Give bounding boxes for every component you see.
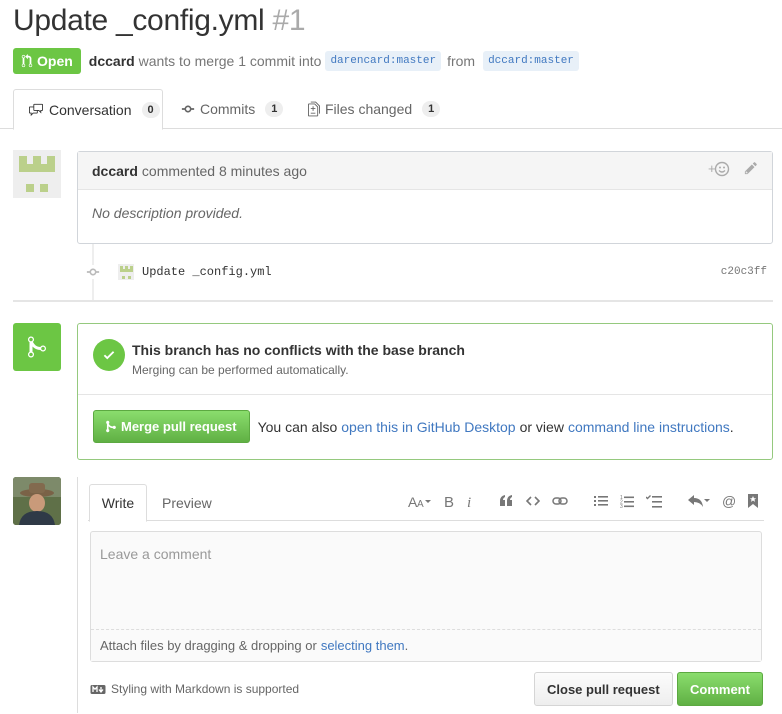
tab-files-changed-label: Files changed bbox=[325, 101, 413, 117]
pr-author[interactable]: dccard bbox=[89, 53, 135, 69]
tab-commits-label: Commits bbox=[200, 101, 256, 117]
comment-button[interactable]: Comment bbox=[677, 672, 763, 706]
attach-period: . bbox=[404, 638, 409, 653]
tab-write[interactable]: Write bbox=[89, 484, 147, 522]
tab-conversation-label: Conversation bbox=[49, 101, 132, 118]
commit-author-avatar[interactable] bbox=[118, 264, 134, 280]
tab-conversation[interactable]: Conversation 0 bbox=[13, 89, 163, 130]
timeline-divider bbox=[13, 300, 773, 302]
comment-textarea-wrapper: Leave a comment Attach files by dragging… bbox=[90, 531, 762, 662]
markdown-icon bbox=[90, 684, 106, 694]
bookmark-icon[interactable] bbox=[748, 494, 758, 508]
comment-textarea[interactable]: Leave a comment bbox=[91, 532, 761, 630]
open-in-desktop-link[interactable]: open this in GitHub Desktop bbox=[341, 419, 515, 435]
italic-icon[interactable]: i bbox=[466, 494, 474, 508]
bulleted-list-icon[interactable] bbox=[594, 495, 608, 507]
current-user-avatar[interactable] bbox=[13, 477, 61, 525]
git-merge-icon bbox=[13, 323, 61, 371]
merge-heading: This branch has no conflicts with the ba… bbox=[132, 342, 465, 358]
svg-text:@: @ bbox=[722, 494, 736, 508]
comment-discussion-icon bbox=[29, 103, 43, 116]
close-pull-request-button[interactable]: Close pull request bbox=[534, 672, 673, 706]
text-size-icon[interactable]: AA bbox=[408, 494, 432, 508]
svg-text:+: + bbox=[708, 161, 716, 176]
merge-pull-request-button[interactable]: Merge pull request bbox=[93, 410, 250, 443]
check-icon bbox=[93, 339, 125, 371]
commit-row: Update _config.yml c20c3ff bbox=[85, 263, 767, 281]
add-reaction-icon[interactable]: + bbox=[708, 161, 730, 180]
git-merge-small-icon bbox=[106, 420, 116, 433]
git-commit-icon bbox=[181, 105, 195, 113]
pull-request-icon bbox=[21, 54, 33, 68]
tab-files-changed-count: 1 bbox=[422, 101, 441, 117]
tab-commits-count: 1 bbox=[265, 101, 284, 117]
pr-meta: Open dccard wants to merge 1 commit into… bbox=[13, 48, 583, 74]
pr-title-text: Update _config.yml bbox=[13, 4, 265, 37]
svg-text:3: 3 bbox=[620, 504, 623, 508]
composer-tabs: Write Preview AA B i 123 @ bbox=[88, 484, 764, 522]
state-label: Open bbox=[37, 53, 73, 69]
svg-text:A: A bbox=[417, 499, 424, 508]
svg-text:B: B bbox=[444, 494, 454, 508]
code-icon[interactable] bbox=[526, 495, 540, 507]
svg-text:i: i bbox=[467, 495, 471, 508]
commit-message[interactable]: Update _config.yml bbox=[142, 265, 272, 279]
pr-number: #1 bbox=[272, 4, 306, 37]
select-files-link[interactable]: selecting them bbox=[321, 638, 405, 653]
merge-actions: Merge pull request You can also open thi… bbox=[93, 410, 734, 443]
commit-sha[interactable]: c20c3ff bbox=[721, 266, 767, 278]
comment-meta[interactable]: commented 8 minutes ago bbox=[142, 163, 307, 179]
comment-author[interactable]: dccard bbox=[92, 163, 138, 179]
merge-button-label: Merge pull request bbox=[121, 419, 237, 434]
file-diff-icon bbox=[308, 101, 320, 117]
author-identicon-avatar[interactable] bbox=[13, 150, 61, 198]
pencil-edit-icon[interactable] bbox=[744, 161, 758, 180]
pr-description-comment: dccard commented 8 minutes ago + No desc… bbox=[77, 151, 773, 244]
from-text: from bbox=[447, 53, 476, 69]
link-icon[interactable] bbox=[552, 495, 568, 507]
markdown-note-text: Styling with Markdown is supported bbox=[111, 682, 300, 696]
comment-composer: Write Preview AA B i 123 @ Leave a comme… bbox=[77, 477, 773, 713]
pr-summary: wants to merge 1 commit into bbox=[138, 53, 322, 69]
merge-status: This branch has no conflicts with the ba… bbox=[78, 324, 772, 395]
merge-subtext: Merging can be performed automatically. bbox=[132, 363, 349, 377]
attach-text: Attach files by dragging & dropping or bbox=[100, 638, 317, 653]
numbered-list-icon[interactable]: 123 bbox=[620, 495, 634, 508]
tab-preview[interactable]: Preview bbox=[162, 484, 212, 521]
markdown-toolbar: AA B i 123 @ bbox=[396, 494, 758, 508]
mention-icon[interactable]: @ bbox=[722, 494, 736, 508]
markdown-note[interactable]: Styling with Markdown is supported bbox=[90, 682, 299, 696]
base-ref[interactable]: darencard:master bbox=[325, 51, 442, 71]
task-list-icon[interactable] bbox=[646, 494, 662, 508]
or-view-text: or view bbox=[519, 418, 564, 435]
tab-commits[interactable]: Commits 1 bbox=[181, 89, 284, 129]
bold-icon[interactable]: B bbox=[444, 494, 454, 508]
pr-tabs: Conversation 0 Commits 1 Files changed 1 bbox=[0, 89, 782, 130]
comment-header: dccard commented 8 minutes ago + bbox=[78, 152, 772, 190]
head-ref[interactable]: dccard:master bbox=[483, 51, 579, 71]
merge-box: This branch has no conflicts with the ba… bbox=[77, 323, 773, 460]
pr-title: Update _config.yml #1 bbox=[13, 4, 306, 38]
quote-icon[interactable] bbox=[500, 495, 514, 507]
comment-body: No description provided. bbox=[92, 205, 243, 221]
commit-node-icon bbox=[85, 265, 101, 279]
command-line-instructions-link[interactable]: command line instructions bbox=[568, 419, 730, 435]
attach-files-bar[interactable]: Attach files by dragging & dropping or s… bbox=[91, 630, 761, 661]
tab-conversation-count: 0 bbox=[141, 101, 160, 118]
merge-also-text: You can also bbox=[257, 418, 338, 435]
merge-period: . bbox=[729, 418, 734, 435]
state-badge: Open bbox=[13, 48, 81, 74]
reply-icon[interactable] bbox=[688, 494, 710, 508]
tab-files-changed[interactable]: Files changed 1 bbox=[308, 89, 441, 129]
